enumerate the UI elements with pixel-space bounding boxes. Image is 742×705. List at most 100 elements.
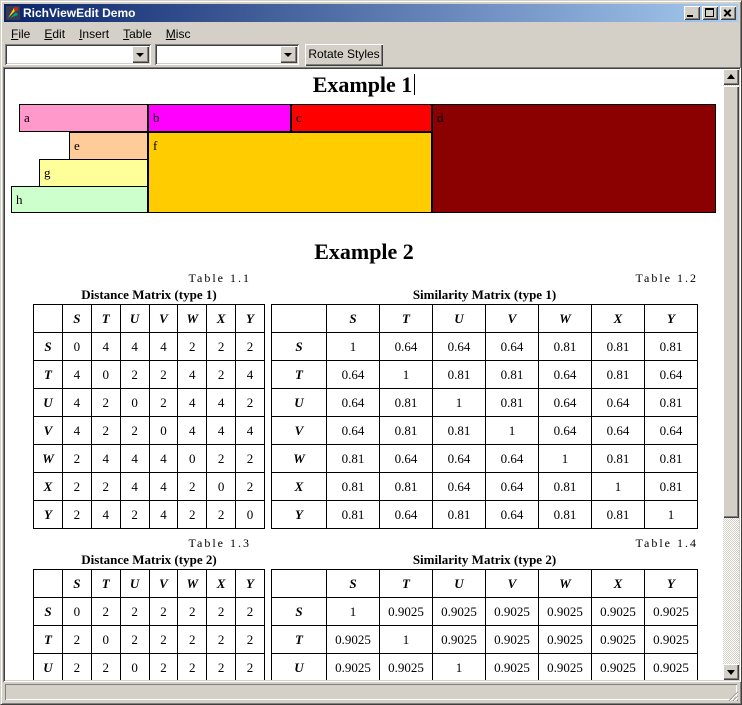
- matrix-cell[interactable]: 0.9025: [645, 654, 698, 681]
- style-combo[interactable]: [5, 44, 151, 65]
- col-header-Y[interactable]: Y: [645, 305, 698, 333]
- matrix-cell[interactable]: 0.81: [645, 445, 698, 473]
- col-header-X[interactable]: X: [592, 305, 645, 333]
- matrix-cell[interactable]: 4: [120, 445, 149, 473]
- col-header-W[interactable]: W: [178, 570, 207, 598]
- matrix-cell[interactable]: 2: [178, 626, 207, 654]
- matrix-cell[interactable]: 0.81: [486, 389, 539, 417]
- col-header-U[interactable]: U: [433, 570, 486, 598]
- row-header-S[interactable]: S: [272, 598, 327, 626]
- corner-cell[interactable]: [272, 305, 327, 333]
- matrix-cell[interactable]: 4: [149, 473, 178, 501]
- matrix-cell[interactable]: 0: [120, 654, 149, 681]
- menu-file[interactable]: File: [4, 25, 37, 43]
- matrix-cell[interactable]: 0.64: [539, 389, 592, 417]
- matrix-cell[interactable]: 2: [149, 654, 178, 681]
- matrix-cell[interactable]: 2: [178, 501, 207, 529]
- matrix-cell[interactable]: 1: [327, 333, 380, 361]
- matrix-cell[interactable]: 4: [178, 361, 207, 389]
- col-header-T[interactable]: T: [380, 570, 433, 598]
- scroll-down-button[interactable]: [723, 664, 739, 680]
- matrix-cell[interactable]: 0.9025: [380, 598, 433, 626]
- color-block-g[interactable]: g: [39, 159, 148, 187]
- matrix-cell[interactable]: 0.64: [486, 473, 539, 501]
- matrix-cell[interactable]: 0: [207, 473, 236, 501]
- matrix-cell[interactable]: 2: [120, 598, 149, 626]
- matrix-cell[interactable]: 2: [120, 626, 149, 654]
- col-header-U[interactable]: U: [120, 305, 149, 333]
- matrix-cell[interactable]: 0.64: [592, 417, 645, 445]
- matrix-cell[interactable]: 2: [120, 361, 149, 389]
- matrix-cell[interactable]: 2: [207, 333, 236, 361]
- matrix-cell[interactable]: 0: [120, 389, 149, 417]
- matrix-cell[interactable]: 0.9025: [433, 626, 486, 654]
- matrix-cell[interactable]: 0.81: [645, 389, 698, 417]
- matrix-cell[interactable]: 4: [236, 417, 265, 445]
- matrix-cell[interactable]: 0.81: [592, 501, 645, 529]
- matrix-cell[interactable]: 0.9025: [380, 654, 433, 681]
- row-header-V[interactable]: V: [34, 417, 63, 445]
- color-block-e[interactable]: e: [69, 132, 148, 160]
- col-header-X[interactable]: X: [207, 305, 236, 333]
- row-header-X[interactable]: X: [34, 473, 63, 501]
- menu-insert[interactable]: Insert: [72, 25, 116, 43]
- matrix-cell[interactable]: 2: [120, 501, 149, 529]
- row-header-Y[interactable]: Y: [34, 501, 63, 529]
- matrix-cell[interactable]: 2: [236, 473, 265, 501]
- close-button[interactable]: [720, 6, 736, 20]
- row-header-W[interactable]: W: [34, 445, 63, 473]
- color-block-c[interactable]: c: [291, 104, 432, 132]
- matrix-cell[interactable]: 4: [91, 333, 120, 361]
- matrix-cell[interactable]: 1: [486, 417, 539, 445]
- matrix-cell[interactable]: 0.81: [380, 473, 433, 501]
- matrix-cell[interactable]: 0: [91, 361, 120, 389]
- maximize-button[interactable]: [702, 6, 718, 20]
- titlebar[interactable]: RichViewEdit Demo: [4, 4, 738, 22]
- matrix-cell[interactable]: 0.64: [380, 445, 433, 473]
- matrix-cell[interactable]: 1: [433, 654, 486, 681]
- matrix-cell[interactable]: 2: [207, 501, 236, 529]
- color-block-d[interactable]: d: [432, 104, 716, 213]
- matrix-cell[interactable]: 1: [380, 626, 433, 654]
- row-header-S[interactable]: S: [34, 598, 63, 626]
- matrix-cell[interactable]: 0.81: [592, 445, 645, 473]
- matrix-cell[interactable]: 2: [63, 654, 92, 681]
- color-block-f[interactable]: f: [148, 132, 432, 213]
- matrix-cell[interactable]: 4: [178, 417, 207, 445]
- matrix-cell[interactable]: 0.81: [645, 333, 698, 361]
- row-header-X[interactable]: X: [272, 473, 327, 501]
- similarity-matrix-type1-table[interactable]: STUVWXYS10.640.640.640.810.810.81T0.6410…: [271, 304, 698, 529]
- col-header-V[interactable]: V: [486, 305, 539, 333]
- matrix-cell[interactable]: 4: [91, 501, 120, 529]
- col-header-Y[interactable]: Y: [645, 570, 698, 598]
- matrix-cell[interactable]: 0.81: [433, 501, 486, 529]
- matrix-cell[interactable]: 2: [149, 598, 178, 626]
- matrix-cell[interactable]: 0.81: [539, 501, 592, 529]
- matrix-cell[interactable]: 0.9025: [486, 598, 539, 626]
- matrix-cell[interactable]: 4: [207, 389, 236, 417]
- row-header-U[interactable]: U: [272, 654, 327, 681]
- matrix-cell[interactable]: 0.81: [433, 417, 486, 445]
- col-header-W[interactable]: W: [178, 305, 207, 333]
- matrix-cell[interactable]: 0: [178, 445, 207, 473]
- matrix-cell[interactable]: 0.64: [592, 389, 645, 417]
- matrix-cell[interactable]: 2: [63, 473, 92, 501]
- matrix-cell[interactable]: 4: [120, 333, 149, 361]
- matrix-cell[interactable]: 2: [207, 626, 236, 654]
- matrix-cell[interactable]: 0.81: [486, 361, 539, 389]
- matrix-cell[interactable]: 2: [91, 598, 120, 626]
- row-header-T[interactable]: T: [34, 361, 63, 389]
- matrix-cell[interactable]: 0.9025: [486, 654, 539, 681]
- scrollbar-thumb[interactable]: [723, 86, 739, 518]
- matrix-cell[interactable]: 4: [149, 445, 178, 473]
- matrix-cell[interactable]: 0.9025: [327, 626, 380, 654]
- matrix-cell[interactable]: 1: [380, 361, 433, 389]
- matrix-cell[interactable]: 2: [236, 598, 265, 626]
- matrix-cell[interactable]: 0.9025: [539, 654, 592, 681]
- matrix-cell[interactable]: 0.64: [539, 361, 592, 389]
- second-combo[interactable]: [155, 44, 299, 65]
- similarity-matrix-type2-table[interactable]: STUVWXYS10.90250.90250.90250.90250.90250…: [271, 569, 698, 680]
- matrix-cell[interactable]: 1: [539, 445, 592, 473]
- scroll-up-button[interactable]: [723, 69, 739, 85]
- row-header-T[interactable]: T: [272, 626, 327, 654]
